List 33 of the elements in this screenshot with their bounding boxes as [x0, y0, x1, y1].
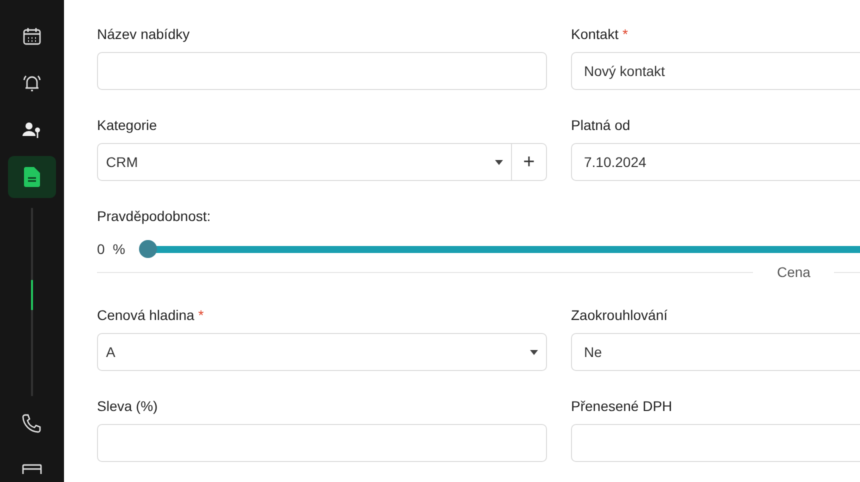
- field-label: Platná od: [571, 117, 630, 135]
- section-title: Cena: [776, 264, 812, 280]
- caret-icon: [530, 350, 538, 354]
- probability-slider[interactable]: [139, 240, 860, 258]
- scroll-thumb[interactable]: [31, 280, 33, 310]
- slider-label: Pravděpodobnost:: [97, 208, 212, 226]
- field-label: Kategorie: [97, 117, 157, 135]
- field-label: Zaokrouhlování: [571, 307, 668, 325]
- text-field[interactable]: [97, 424, 547, 462]
- field-label: Kontakt: [571, 26, 618, 44]
- text-field[interactable]: [97, 52, 547, 90]
- document-icon: [24, 167, 40, 187]
- percent-unit: %: [112, 241, 126, 257]
- bell-icon: [22, 73, 42, 93]
- text-field[interactable]: Ne: [571, 333, 860, 371]
- slider-thumb[interactable]: [139, 240, 158, 258]
- user-key-icon: [22, 120, 42, 140]
- nav-document-button[interactable]: [8, 156, 56, 198]
- text-field[interactable]: 7.10.2024: [571, 143, 860, 181]
- caret-icon: [495, 160, 503, 164]
- field-label: Cenová hladina: [97, 307, 194, 325]
- field-label: Sleva (%): [97, 398, 158, 416]
- text-field[interactable]: Nový kontakt: [571, 52, 860, 90]
- add-button[interactable]: +: [512, 143, 547, 181]
- field-label: Přenesené DPH: [571, 398, 672, 416]
- calendar-icon: [22, 26, 42, 46]
- phone-icon: [22, 413, 42, 433]
- required-mark: *: [198, 307, 204, 325]
- slider-value: 0: [97, 241, 105, 257]
- field-label: Název nabídky: [97, 26, 190, 44]
- select-field[interactable]: A: [97, 333, 547, 371]
- select-field[interactable]: CRM: [97, 143, 512, 181]
- required-mark: *: [622, 26, 628, 44]
